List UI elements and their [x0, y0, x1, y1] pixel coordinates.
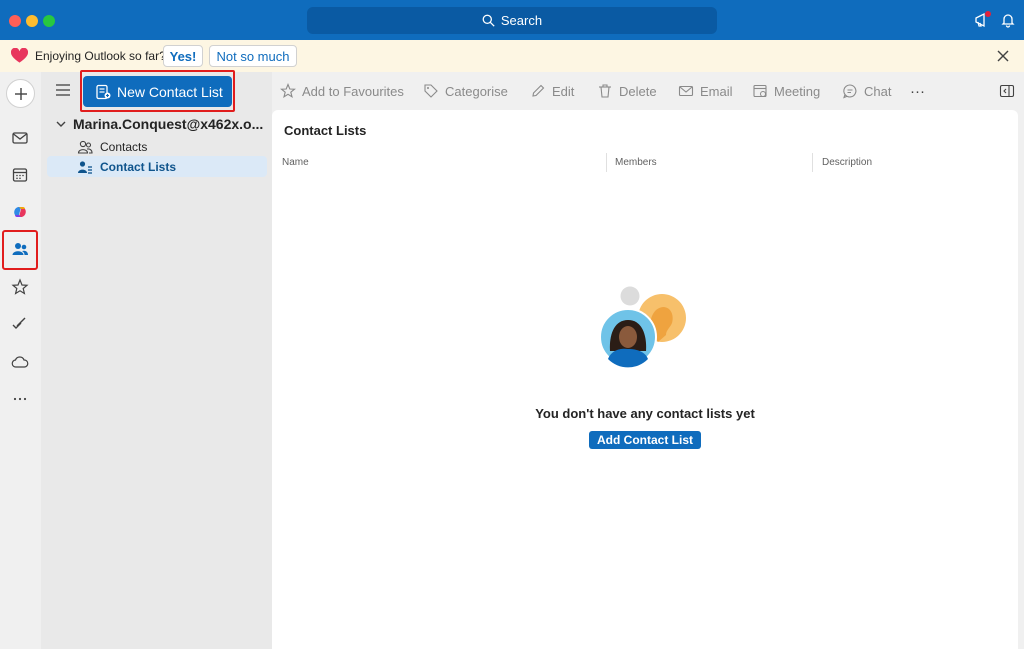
meeting-button[interactable]: Meeting: [752, 82, 820, 100]
contact-list-icon: [78, 160, 92, 174]
categorise-button[interactable]: Categorise: [423, 82, 508, 100]
chat-button[interactable]: Chat: [842, 82, 891, 100]
categorise-label: Categorise: [445, 83, 508, 99]
banner-text: Enjoying Outlook so far?: [35, 49, 166, 63]
new-contact-list-label: New Contact List: [117, 83, 223, 100]
account-name: Marina.Conquest@x462x.o...: [73, 116, 264, 132]
pencil-icon: [532, 84, 545, 97]
column-divider[interactable]: [812, 153, 813, 172]
bell-icon[interactable]: [1000, 12, 1016, 28]
meeting-label: Meeting: [774, 83, 821, 99]
folder-item-contact-lists[interactable]: Contact Lists: [47, 156, 267, 177]
star-add-icon: [280, 83, 296, 98]
cloud-icon[interactable]: [11, 353, 29, 371]
add-to-favourites-label: Add to Favourites: [302, 83, 404, 99]
edit-label: Edit: [552, 83, 575, 99]
todo-icon[interactable]: [11, 315, 29, 333]
plus-icon: [14, 87, 27, 100]
search-box[interactable]: Search: [307, 7, 717, 34]
column-header-description[interactable]: Description: [822, 157, 872, 168]
people-icon[interactable]: [11, 240, 29, 258]
search-icon: [482, 14, 495, 27]
folder-pane: New Contact List Marina.Conquest@x462x.o…: [41, 70, 272, 649]
chat-icon: [843, 84, 857, 99]
reading-pane-toggle[interactable]: [999, 82, 1015, 100]
folder-item-label: Contacts: [100, 139, 148, 154]
page-title: Contact Lists: [284, 123, 367, 138]
zoom-window-button[interactable]: [43, 15, 55, 27]
not-so-much-button[interactable]: Not so much: [209, 45, 297, 67]
yes-button[interactable]: Yes!: [163, 45, 203, 67]
folder-item-contacts[interactable]: Contacts: [47, 136, 267, 157]
calendar-icon[interactable]: [11, 166, 29, 184]
edit-button[interactable]: Edit: [530, 82, 574, 100]
search-label: Search: [500, 13, 543, 28]
folder-item-label: Contact Lists: [100, 159, 177, 174]
delete-label: Delete: [619, 83, 657, 99]
delete-button[interactable]: Delete: [597, 82, 657, 100]
chat-label: Chat: [864, 83, 892, 99]
email-button[interactable]: Email: [678, 82, 733, 100]
chevron-down-icon: [56, 121, 66, 127]
content-pane: Contact Lists Name Members Description Y…: [272, 110, 1018, 649]
column-header-name[interactable]: Name: [282, 157, 309, 168]
more-options-button[interactable]: ···: [910, 82, 925, 100]
account-header[interactable]: Marina.Conquest@x462x.o...: [55, 116, 263, 132]
mail-icon[interactable]: [11, 129, 29, 147]
email-label: Email: [700, 83, 733, 99]
new-contact-list-icon: [96, 84, 111, 99]
pane-layout-icon: [999, 84, 1015, 98]
new-contact-list-button[interactable]: New Contact List: [83, 76, 232, 107]
contacts-icon: [77, 140, 93, 154]
tag-icon: [424, 84, 438, 98]
feedback-banner: Enjoying Outlook so far? Yes! Not so muc…: [0, 40, 1024, 72]
new-item-button[interactable]: [6, 79, 35, 108]
envelope-icon: [678, 85, 694, 97]
command-toolbar: Add to Favourites Categorise Edit Delete…: [272, 72, 1024, 110]
empty-state-message: You don't have any contact lists yet: [535, 406, 755, 421]
more-apps-icon[interactable]: [11, 390, 29, 408]
calendar-meeting-icon: [753, 84, 767, 98]
star-icon[interactable]: [11, 278, 29, 296]
minimize-window-button[interactable]: [26, 15, 38, 27]
add-contact-list-button[interactable]: Add Contact List: [589, 431, 701, 449]
close-window-button[interactable]: [9, 15, 21, 27]
column-divider[interactable]: [606, 153, 607, 172]
hamburger-menu-icon[interactable]: [55, 83, 71, 97]
copilot-icon[interactable]: [11, 203, 29, 221]
column-header-members[interactable]: Members: [615, 157, 657, 168]
trash-icon: [599, 84, 611, 98]
notification-dot: [985, 11, 991, 17]
heart-icon: [11, 48, 28, 63]
empty-state-illustration: [600, 286, 686, 368]
add-to-favourites-button[interactable]: Add to Favourites: [280, 82, 404, 100]
app-rail: [0, 72, 41, 649]
title-bar: Search: [0, 0, 1024, 40]
close-icon[interactable]: [996, 49, 1010, 63]
